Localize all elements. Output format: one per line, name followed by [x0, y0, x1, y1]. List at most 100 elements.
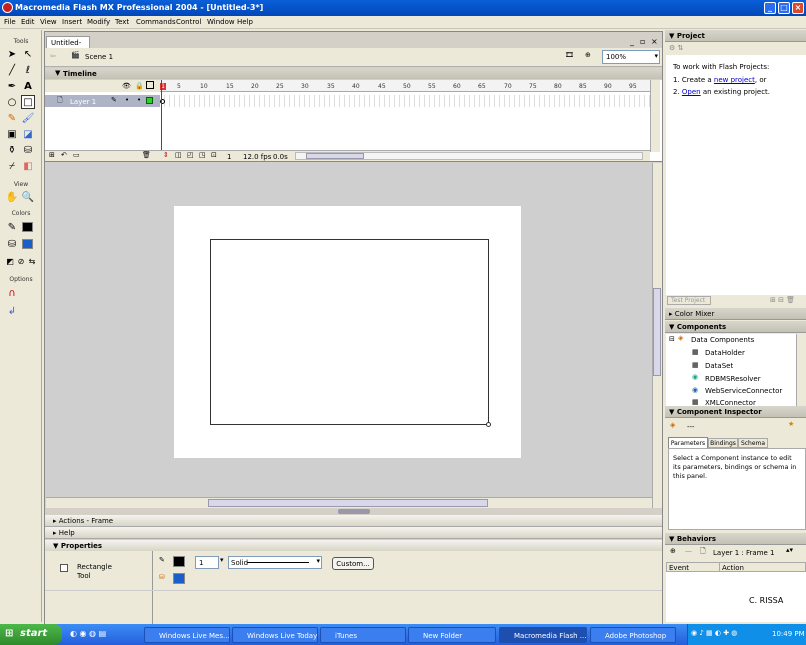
timeline-vscroll[interactable]	[650, 80, 660, 152]
start-button[interactable]: ⊞ start	[0, 624, 62, 645]
behaviors-header[interactable]: ▼ Behaviors	[665, 533, 806, 545]
color-mixer-header[interactable]: ▸ Color Mixer	[665, 308, 806, 320]
insert-folder-icon[interactable]: ▭	[73, 151, 80, 159]
task-itunes[interactable]: iTunes	[320, 627, 406, 643]
eyedropper-tool-icon[interactable]: ⌿	[5, 159, 19, 173]
rectangle-tool-icon[interactable]: □	[21, 95, 35, 109]
lock-dot-icon[interactable]: •	[137, 96, 141, 104]
project-tools-icon[interactable]: ⊞ ⊟ 🗑	[770, 296, 795, 304]
component-item[interactable]: RDBMSResolver	[705, 375, 761, 383]
tab-schema[interactable]: Schema	[738, 438, 768, 448]
components-group[interactable]: Data Components	[691, 336, 754, 344]
arrow-tool-icon[interactable]: ➤	[5, 47, 19, 61]
show-hide-eye-icon[interactable]: 👁	[122, 82, 131, 90]
stroke-color-icon[interactable]: ✎	[5, 220, 19, 234]
menu-help[interactable]: Help	[237, 18, 253, 26]
back-arrow-icon[interactable]: ⇦	[50, 52, 56, 60]
component-item[interactable]: DataSet	[705, 362, 733, 370]
component-inspector-header[interactable]: ▼ Component Inspector	[665, 406, 806, 418]
trash-icon[interactable]: 🗑	[142, 151, 151, 159]
drawn-rectangle[interactable]	[210, 239, 489, 425]
rectangle-handle[interactable]	[486, 422, 491, 427]
edit-symbol-icon[interactable]: ⊕	[585, 51, 591, 59]
doc-restore-icon[interactable]: ▫	[640, 37, 645, 46]
pen-tool-icon[interactable]: ✒	[5, 79, 19, 93]
collapse-tree-icon[interactable]: ⊟	[669, 335, 675, 343]
zoom-tool-icon[interactable]: 🔍	[21, 190, 35, 204]
custom-button[interactable]: Custom...	[332, 557, 374, 570]
component-item[interactable]: WebServiceConnector	[705, 387, 782, 395]
timeline-panel-header[interactable]: ▼ Timeline	[45, 68, 662, 79]
stroke-color-swatch[interactable]	[173, 556, 185, 567]
task-new-folder[interactable]: New Folder	[408, 627, 496, 643]
quicklaunch-icons[interactable]: ◐ ◉ ◍ ▤	[70, 629, 106, 638]
hand-tool-icon[interactable]: ✋	[5, 190, 19, 204]
components-vscroll[interactable]	[796, 334, 806, 406]
outline-color-icon[interactable]	[146, 97, 153, 104]
actions-panel-header[interactable]: ▸ Actions - Frame	[45, 515, 662, 527]
open-project-link[interactable]: Open	[682, 88, 701, 96]
lasso-tool-icon[interactable]: ℓ	[21, 63, 35, 77]
text-tool-icon[interactable]: A	[21, 79, 35, 93]
round-corner-icon[interactable]: ↲	[5, 304, 19, 318]
free-transform-tool-icon[interactable]: ▣	[5, 127, 19, 141]
stroke-width-field[interactable]: 1	[195, 556, 219, 569]
add-behavior-icon[interactable]: ⊕	[670, 547, 676, 555]
brush-tool-icon[interactable]: 🖌	[21, 111, 35, 125]
minimize-button[interactable]: _	[764, 2, 776, 14]
stroke-color-swatch[interactable]	[22, 222, 33, 232]
chevron-down-icon[interactable]: ▾	[220, 556, 224, 564]
fill-color-swatch[interactable]	[22, 239, 33, 249]
add-guide-icon[interactable]: ↶	[61, 151, 67, 159]
tray-icons[interactable]: ◉ ♪ ▦ ◐ ✚ ◍	[691, 629, 737, 637]
outline-icon[interactable]	[146, 81, 154, 89]
menu-view[interactable]: View	[40, 18, 57, 26]
action-column[interactable]: Action	[722, 564, 744, 572]
menu-text[interactable]: Text	[115, 18, 129, 26]
frame-row[interactable]	[160, 95, 650, 107]
onion-outline-icon[interactable]: ◰	[187, 151, 194, 159]
stage-vscroll[interactable]	[652, 163, 662, 508]
oval-tool-icon[interactable]: ○	[5, 95, 19, 109]
paint-bucket-tool-icon[interactable]: ⛁	[21, 143, 35, 157]
line-tool-icon[interactable]: ╱	[5, 63, 19, 77]
modify-markers-icon[interactable]: ⊡	[211, 151, 217, 159]
stroke-style-select[interactable]: Solid ▾	[228, 556, 322, 569]
edit-multiple-icon[interactable]: ◳	[199, 151, 206, 159]
timeline-hscroll[interactable]	[295, 152, 643, 160]
visibility-dot-icon[interactable]: •	[125, 96, 129, 104]
doc-minimize-icon[interactable]: _	[630, 37, 634, 46]
doc-close-icon[interactable]: ×	[651, 37, 658, 46]
task-macromedia-flash[interactable]: Macromedia Flash ...	[499, 627, 587, 643]
project-panel-header[interactable]: ▼ Project	[665, 30, 806, 42]
component-item[interactable]: DataHolder	[705, 349, 745, 357]
stage-hscroll[interactable]	[46, 497, 652, 508]
menu-control[interactable]: Control	[176, 18, 201, 26]
zoom-select[interactable]: 100% ▾	[602, 50, 660, 64]
panel-splitter[interactable]	[338, 509, 370, 514]
task-windows-live-messenger[interactable]: Windows Live Mes...	[144, 627, 230, 643]
layer-row[interactable]: 🗋 Layer 1 ✎ • •	[45, 95, 160, 107]
test-project-button[interactable]: Test Project	[667, 296, 711, 305]
document-tab[interactable]: Untitled-3*	[46, 36, 90, 55]
move-up-icon[interactable]: ▴▾	[786, 546, 793, 554]
swap-colors-icon[interactable]: ⇆	[25, 254, 39, 268]
subselect-tool-icon[interactable]: ↖	[21, 47, 35, 61]
fill-transform-tool-icon[interactable]: ◪	[21, 127, 35, 141]
frame-ruler[interactable]: 1 5 10 15 20 25 30 35 40 45 50 55 60 65 …	[160, 80, 650, 92]
task-adobe-photoshop[interactable]: Adobe Photoshop	[590, 627, 676, 643]
components-header[interactable]: ▼ Components	[665, 321, 806, 333]
lock-icon[interactable]: 🔒	[135, 82, 144, 90]
star-icon[interactable]: ★	[788, 420, 794, 428]
task-windows-live-today[interactable]: Windows Live Today	[232, 627, 318, 643]
menu-commands[interactable]: Commands	[136, 18, 176, 26]
help-panel-header[interactable]: ▸ Help	[45, 527, 662, 539]
menu-modify[interactable]: Modify	[87, 18, 110, 26]
new-project-link[interactable]: new project	[714, 76, 755, 84]
edit-scene-icon[interactable]: 🎞	[565, 51, 574, 59]
tab-parameters[interactable]: Parameters	[668, 437, 708, 448]
playhead[interactable]	[161, 80, 162, 152]
tab-bindings[interactable]: Bindings	[708, 438, 738, 448]
scene-label[interactable]: Scene 1	[85, 53, 113, 61]
close-button[interactable]: ×	[792, 2, 804, 14]
